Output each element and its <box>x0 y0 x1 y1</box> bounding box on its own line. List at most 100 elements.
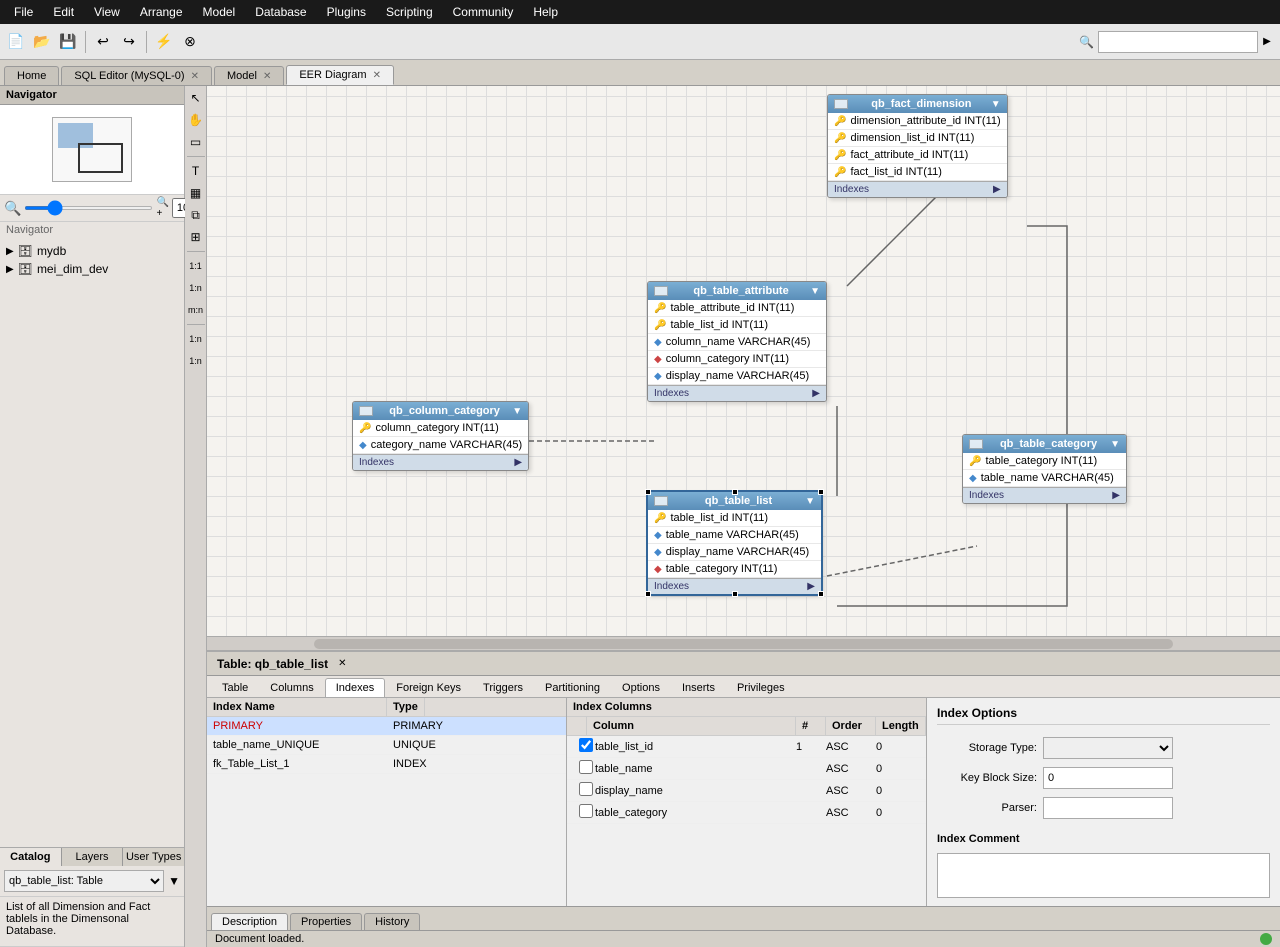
tab-model-close[interactable]: ✕ <box>263 71 271 82</box>
open-button[interactable]: 📂 <box>30 30 54 54</box>
indexes-arrow[interactable]: ▶ <box>993 184 1001 195</box>
rel-special-tool[interactable]: 1:n <box>186 351 206 371</box>
table-qb-table-list[interactable]: qb_table_list ▼ 🔑table_list_id INT(11) ◆… <box>647 491 822 595</box>
menu-plugins[interactable]: Plugins <box>317 3 376 21</box>
table-expand-qb-fact-dimension[interactable]: ▼ <box>991 99 1001 110</box>
menu-database[interactable]: Database <box>245 3 316 21</box>
menu-scripting[interactable]: Scripting <box>376 3 443 21</box>
te-tab-inserts[interactable]: Inserts <box>671 678 726 697</box>
obj-select-dropdown[interactable]: qb_table_list: Table <box>4 870 164 892</box>
table-footer-qb-table-category[interactable]: Indexes ▶ <box>963 487 1126 503</box>
undo-button[interactable]: ↩ <box>91 30 115 54</box>
table-qb-column-category[interactable]: qb_column_category ▼ 🔑column_category IN… <box>352 401 529 471</box>
bottom-panel-close[interactable]: ✕ <box>338 658 346 669</box>
sel-handle-tm[interactable] <box>732 489 738 495</box>
sidebar-tab-layers[interactable]: Layers <box>62 848 124 866</box>
rel-1-n-dashed-tool[interactable]: 1:n <box>186 329 206 349</box>
sel-handle-tl[interactable] <box>645 489 651 495</box>
rel-1-1-tool[interactable]: 1:1 <box>186 256 206 276</box>
zoom-out-button[interactable]: 🔍 <box>4 199 21 217</box>
copy-tool[interactable]: ⧉ <box>186 205 206 225</box>
field-row: ◆column_name VARCHAR(45) <box>648 334 826 351</box>
index-comment-textarea[interactable] <box>937 853 1270 898</box>
tab-home[interactable]: Home <box>4 66 59 85</box>
canvas-hscroll[interactable] <box>207 636 1280 650</box>
indexes-arrow[interactable]: ▶ <box>514 457 522 468</box>
stop-button[interactable]: ⊗ <box>178 30 202 54</box>
menu-arrange[interactable]: Arrange <box>130 3 193 21</box>
redo-button[interactable]: ↪ <box>117 30 141 54</box>
te-tab-triggers[interactable]: Triggers <box>472 678 534 697</box>
search-input[interactable] <box>1098 31 1258 53</box>
te-tab-columns[interactable]: Columns <box>259 678 324 697</box>
table-qb-table-attribute[interactable]: qb_table_attribute ▼ 🔑table_attribute_id… <box>647 281 827 402</box>
add-table-tool[interactable]: ⊞ <box>186 227 206 247</box>
indexes-arrow[interactable]: ▶ <box>807 581 815 592</box>
menu-model[interactable]: Model <box>193 3 246 21</box>
parser-input[interactable] <box>1043 797 1173 819</box>
te-tab-foreignkeys[interactable]: Foreign Keys <box>385 678 472 697</box>
te-tab-privileges[interactable]: Privileges <box>726 678 796 697</box>
table-qb-fact-dimension[interactable]: qb_fact_dimension ▼ 🔑dimension_attribute… <box>827 94 1008 198</box>
menu-help[interactable]: Help <box>523 3 568 21</box>
table-qb-table-category[interactable]: qb_table_category ▼ 🔑table_category INT(… <box>962 434 1127 504</box>
indexes-arrow[interactable]: ▶ <box>1112 490 1120 501</box>
sel-handle-tr[interactable] <box>818 489 824 495</box>
zoom-slider[interactable] <box>24 206 153 210</box>
rel-m-n-tool[interactable]: m:n <box>186 300 206 320</box>
table-footer-qb-column-category[interactable]: Indexes ▶ <box>353 454 528 470</box>
sel-handle-bm[interactable] <box>732 591 738 597</box>
sel-handle-bl[interactable] <box>645 591 651 597</box>
index-row-fk[interactable]: fk_Table_List_1 INDEX <box>207 755 566 774</box>
te-tab-table[interactable]: Table <box>211 678 259 697</box>
minimap[interactable] <box>0 105 184 195</box>
index-row-primary[interactable]: PRIMARY PRIMARY <box>207 717 566 736</box>
table-expand-qb-table-attribute[interactable]: ▼ <box>810 286 820 297</box>
te-tab-partitioning[interactable]: Partitioning <box>534 678 611 697</box>
tree-item-meidimdev[interactable]: ▶ 🗄 mei_dim_dev <box>2 260 182 278</box>
eraser-tool[interactable]: ▭ <box>186 132 206 152</box>
menu-view[interactable]: View <box>84 3 130 21</box>
tree-item-mydb[interactable]: ▶ 🗄 mydb <box>2 242 182 260</box>
index-row-unique[interactable]: table_name_UNIQUE UNIQUE <box>207 736 566 755</box>
save-button[interactable]: 💾 <box>56 30 80 54</box>
sel-handle-br[interactable] <box>818 591 824 597</box>
new-button[interactable]: 📄 <box>4 30 28 54</box>
table-header-qb-fact-dimension[interactable]: qb_fact_dimension ▼ <box>828 95 1007 113</box>
indexes-arrow[interactable]: ▶ <box>812 388 820 399</box>
footer-tab-history[interactable]: History <box>364 913 420 930</box>
table-expand-qb-column-category[interactable]: ▼ <box>512 406 522 417</box>
table-footer-qb-table-attribute[interactable]: Indexes ▶ <box>648 385 826 401</box>
table-header-qb-table-category[interactable]: qb_table_category ▼ <box>963 435 1126 453</box>
storage-type-select[interactable]: BTREE HASH <box>1043 737 1173 759</box>
text-tool[interactable]: T <box>186 161 206 181</box>
menu-community[interactable]: Community <box>443 3 524 21</box>
key-block-size-input[interactable] <box>1043 767 1173 789</box>
sidebar-tab-catalog[interactable]: Catalog <box>0 848 62 866</box>
tab-eerdiagram[interactable]: EER Diagram ✕ <box>286 65 394 85</box>
calculator-tool[interactable]: ▦ <box>186 183 206 203</box>
sidebar-tab-usertypes[interactable]: User Types <box>123 848 184 866</box>
tab-sqleditor[interactable]: SQL Editor (MySQL-0) ✕ <box>61 66 212 85</box>
execute-button[interactable]: ⚡ <box>152 30 176 54</box>
table-expand-qb-table-category[interactable]: ▼ <box>1110 439 1120 450</box>
pan-tool[interactable]: ✋ <box>186 110 206 130</box>
menu-edit[interactable]: Edit <box>43 3 84 21</box>
pointer-tool[interactable]: ↖ <box>186 88 206 108</box>
table-header-qb-table-attribute[interactable]: qb_table_attribute ▼ <box>648 282 826 300</box>
footer-tab-properties[interactable]: Properties <box>290 913 362 930</box>
zoom-in-button[interactable]: 🔍+ <box>156 199 168 217</box>
rel-1-n-tool[interactable]: 1:n <box>186 278 206 298</box>
tab-model[interactable]: Model ✕ <box>214 66 284 85</box>
te-tab-indexes[interactable]: Indexes <box>325 678 386 697</box>
footer-tab-description[interactable]: Description <box>211 913 288 930</box>
te-tab-options[interactable]: Options <box>611 678 671 697</box>
tab-eerdiagram-close[interactable]: ✕ <box>373 70 381 81</box>
menu-file[interactable]: File <box>4 3 43 21</box>
table-expand-qb-table-list[interactable]: ▼ <box>805 496 815 507</box>
table-footer-qb-fact-dimension[interactable]: Indexes ▶ <box>828 181 1007 197</box>
canvas[interactable]: qb_fact_dimension ▼ 🔑dimension_attribute… <box>207 86 1280 636</box>
table-header-qb-column-category[interactable]: qb_column_category ▼ <box>353 402 528 420</box>
tab-sqleditor-close[interactable]: ✕ <box>191 71 199 82</box>
search-submit-button[interactable]: ▶ <box>1258 31 1276 53</box>
